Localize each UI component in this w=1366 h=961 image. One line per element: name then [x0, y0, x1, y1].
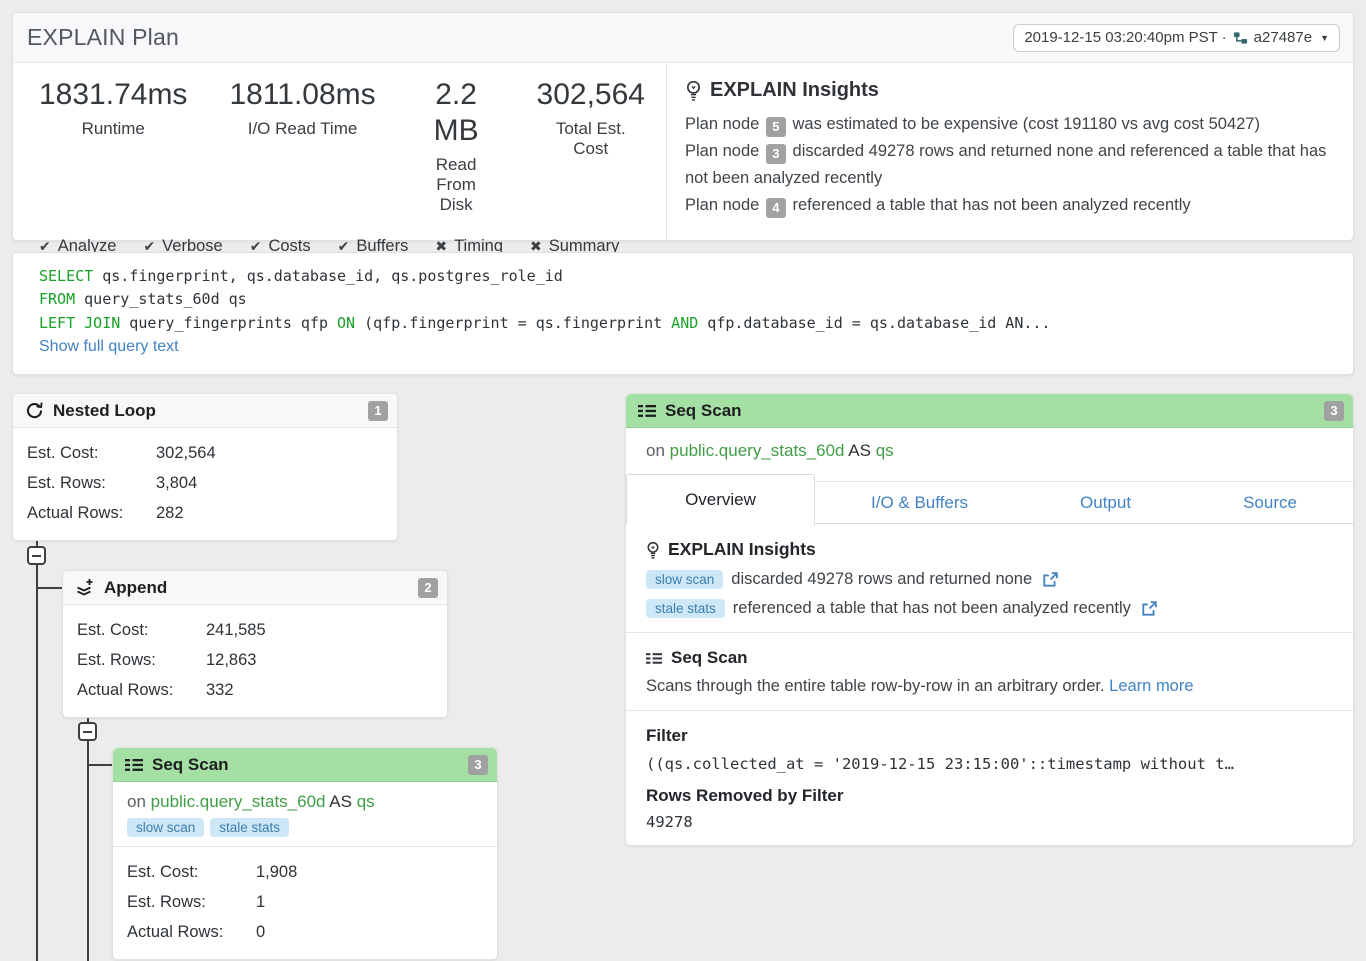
show-full-query-link[interactable]: Show full query text [39, 338, 179, 356]
insight-line: Plan node 3 discarded 49278 rows and ret… [685, 138, 1333, 192]
tree-connector-line [36, 525, 38, 961]
plan-node-badge[interactable]: 4 [766, 198, 786, 218]
node-stat-row: Est. Rows:1 [127, 887, 497, 917]
seq-scan-icon [125, 758, 143, 772]
explain-plan-card: EXPLAIN Plan 2019-12-15 03:20:40pm PST ·… [12, 12, 1354, 241]
stat-io-read-time: 1811.08ms I/O Read Time [208, 77, 396, 215]
detail-insights-section: EXPLAIN Insights slow scan discarded 492… [626, 524, 1353, 632]
stat-read-from-disk: 2.2 MB Read From Disk [397, 77, 516, 215]
table-link[interactable]: public.query_stats_60d [670, 441, 845, 460]
help-text: Scans through the entire table row-by-ro… [646, 677, 1333, 696]
sql-line: SELECT qs.fingerprint, qs.database_id, q… [39, 265, 1327, 288]
node-stat-row: Actual Rows:0 [127, 917, 497, 947]
node-stat-row: Est. Rows:3,804 [27, 468, 397, 498]
lightbulb-icon [685, 80, 702, 101]
plan-node-seq-scan[interactable]: Seq Scan 3 on public.query_stats_60d AS … [112, 747, 498, 960]
append-icon [75, 578, 95, 597]
node-table-ref: on public.query_stats_60d AS qs slow sca… [113, 782, 497, 847]
tag-stale-stats[interactable]: stale stats [210, 818, 289, 837]
seq-scan-icon [646, 652, 662, 665]
rows-removed-label: Rows Removed by Filter [646, 786, 1333, 806]
tab-output[interactable]: Output [1080, 493, 1131, 513]
table-link[interactable]: public.query_stats_60d [151, 792, 326, 811]
collapse-toggle[interactable] [78, 722, 97, 741]
alias-link[interactable]: qs [357, 792, 375, 811]
node-title: Nested Loop [53, 401, 359, 421]
node-stat-row: Est. Cost:241,585 [77, 615, 447, 645]
filter-expression: ((qs.collected_at = '2019-12-15 23:15:00… [646, 755, 1333, 773]
node-stat-row: Est. Rows:12,863 [77, 645, 447, 675]
filter-section: Filter ((qs.collected_at = '2019-12-15 2… [626, 710, 1353, 845]
explain-plan-header: EXPLAIN Plan 2019-12-15 03:20:40pm PST ·… [13, 13, 1353, 63]
commit-icon [1233, 31, 1248, 45]
sql-line: LEFT JOIN query_fingerprints qfp ON (qfp… [39, 312, 1327, 335]
plan-node-badge[interactable]: 5 [766, 117, 786, 137]
node-detail-panel: Seq Scan 3 on public.query_stats_60d AS … [625, 393, 1354, 846]
plan-stats: 1831.74ms Runtime 1811.08ms I/O Read Tim… [13, 63, 667, 241]
rows-removed-value: 49278 [646, 813, 1333, 831]
detail-insights-title: EXPLAIN Insights [668, 539, 816, 560]
filter-title: Filter [646, 726, 1333, 746]
tree-connector-line [88, 764, 112, 766]
alias-link[interactable]: qs [876, 441, 894, 460]
insight-item: stale stats referenced a table that has … [646, 599, 1333, 618]
node-number-badge[interactable]: 3 [468, 755, 488, 775]
collapse-toggle[interactable] [27, 546, 46, 565]
node-stat-row: Actual Rows:332 [77, 675, 447, 705]
plan-node-append[interactable]: Append 2 Est. Cost:241,585 Est. Rows:12,… [62, 570, 448, 718]
chevron-down-icon: ▼ [1320, 33, 1329, 43]
insights-title: EXPLAIN Insights [710, 79, 879, 102]
insight-line: Plan node 5 was estimated to be expensiv… [685, 111, 1333, 138]
tag-slow-scan[interactable]: slow scan [127, 818, 204, 837]
node-number-badge[interactable]: 3 [1324, 401, 1344, 421]
stat-total-est-cost: 302,564 Total Est. Cost [516, 77, 666, 215]
sql-line: FROM query_stats_60d qs [39, 288, 1327, 311]
tag-slow-scan[interactable]: slow scan [646, 570, 723, 589]
detail-panel-title: Seq Scan [665, 401, 1315, 421]
detail-tabs: Overview I/O & Buffers Output Source [626, 474, 1353, 524]
node-stat-row: Est. Cost:1,908 [127, 857, 497, 887]
tag-stale-stats[interactable]: stale stats [646, 599, 725, 618]
node-help-section: Seq Scan Scans through the entire table … [626, 632, 1353, 710]
plan-node-nested-loop[interactable]: Nested Loop 1 Est. Cost:302,564 Est. Row… [12, 393, 398, 541]
page-title: EXPLAIN Plan [27, 24, 179, 51]
tab-source[interactable]: Source [1243, 493, 1297, 513]
commit-hash: a27487e [1254, 29, 1312, 46]
explain-insights-summary: EXPLAIN Insights Plan node 5 was estimat… [667, 63, 1353, 241]
tree-connector-line [87, 703, 89, 961]
tab-io-buffers[interactable]: I/O & Buffers [871, 493, 968, 513]
node-number-badge[interactable]: 2 [418, 578, 438, 598]
seq-scan-icon [638, 404, 656, 418]
node-stat-row: Est. Cost:302,564 [27, 438, 397, 468]
node-number-badge[interactable]: 1 [368, 401, 388, 421]
timestamp-text: 2019-12-15 03:20:40pm PST · [1024, 29, 1226, 46]
plan-node-badge[interactable]: 3 [766, 144, 786, 164]
help-title: Seq Scan [671, 648, 748, 668]
tab-overview[interactable]: Overview [626, 474, 815, 525]
node-title: Append [104, 578, 409, 598]
insight-item: slow scan discarded 49278 rows and retur… [646, 570, 1333, 589]
lightbulb-icon [646, 541, 660, 559]
insight-line: Plan node 4 referenced a table that has … [685, 192, 1333, 219]
detail-table-ref: on public.query_stats_60d AS qs [626, 428, 1353, 474]
learn-more-link[interactable]: Learn more [1109, 677, 1193, 695]
external-link-icon[interactable] [1141, 601, 1157, 617]
external-link-icon[interactable] [1042, 572, 1058, 588]
query-text-card: SELECT qs.fingerprint, qs.database_id, q… [12, 252, 1354, 375]
tree-connector-line [37, 587, 62, 589]
node-stat-row: Actual Rows:282 [27, 498, 397, 528]
stat-runtime: 1831.74ms Runtime [39, 77, 208, 215]
nested-loop-icon [25, 401, 44, 420]
node-title: Seq Scan [152, 755, 459, 775]
plan-timestamp-dropdown[interactable]: 2019-12-15 03:20:40pm PST · a27487e ▼ [1013, 24, 1340, 52]
